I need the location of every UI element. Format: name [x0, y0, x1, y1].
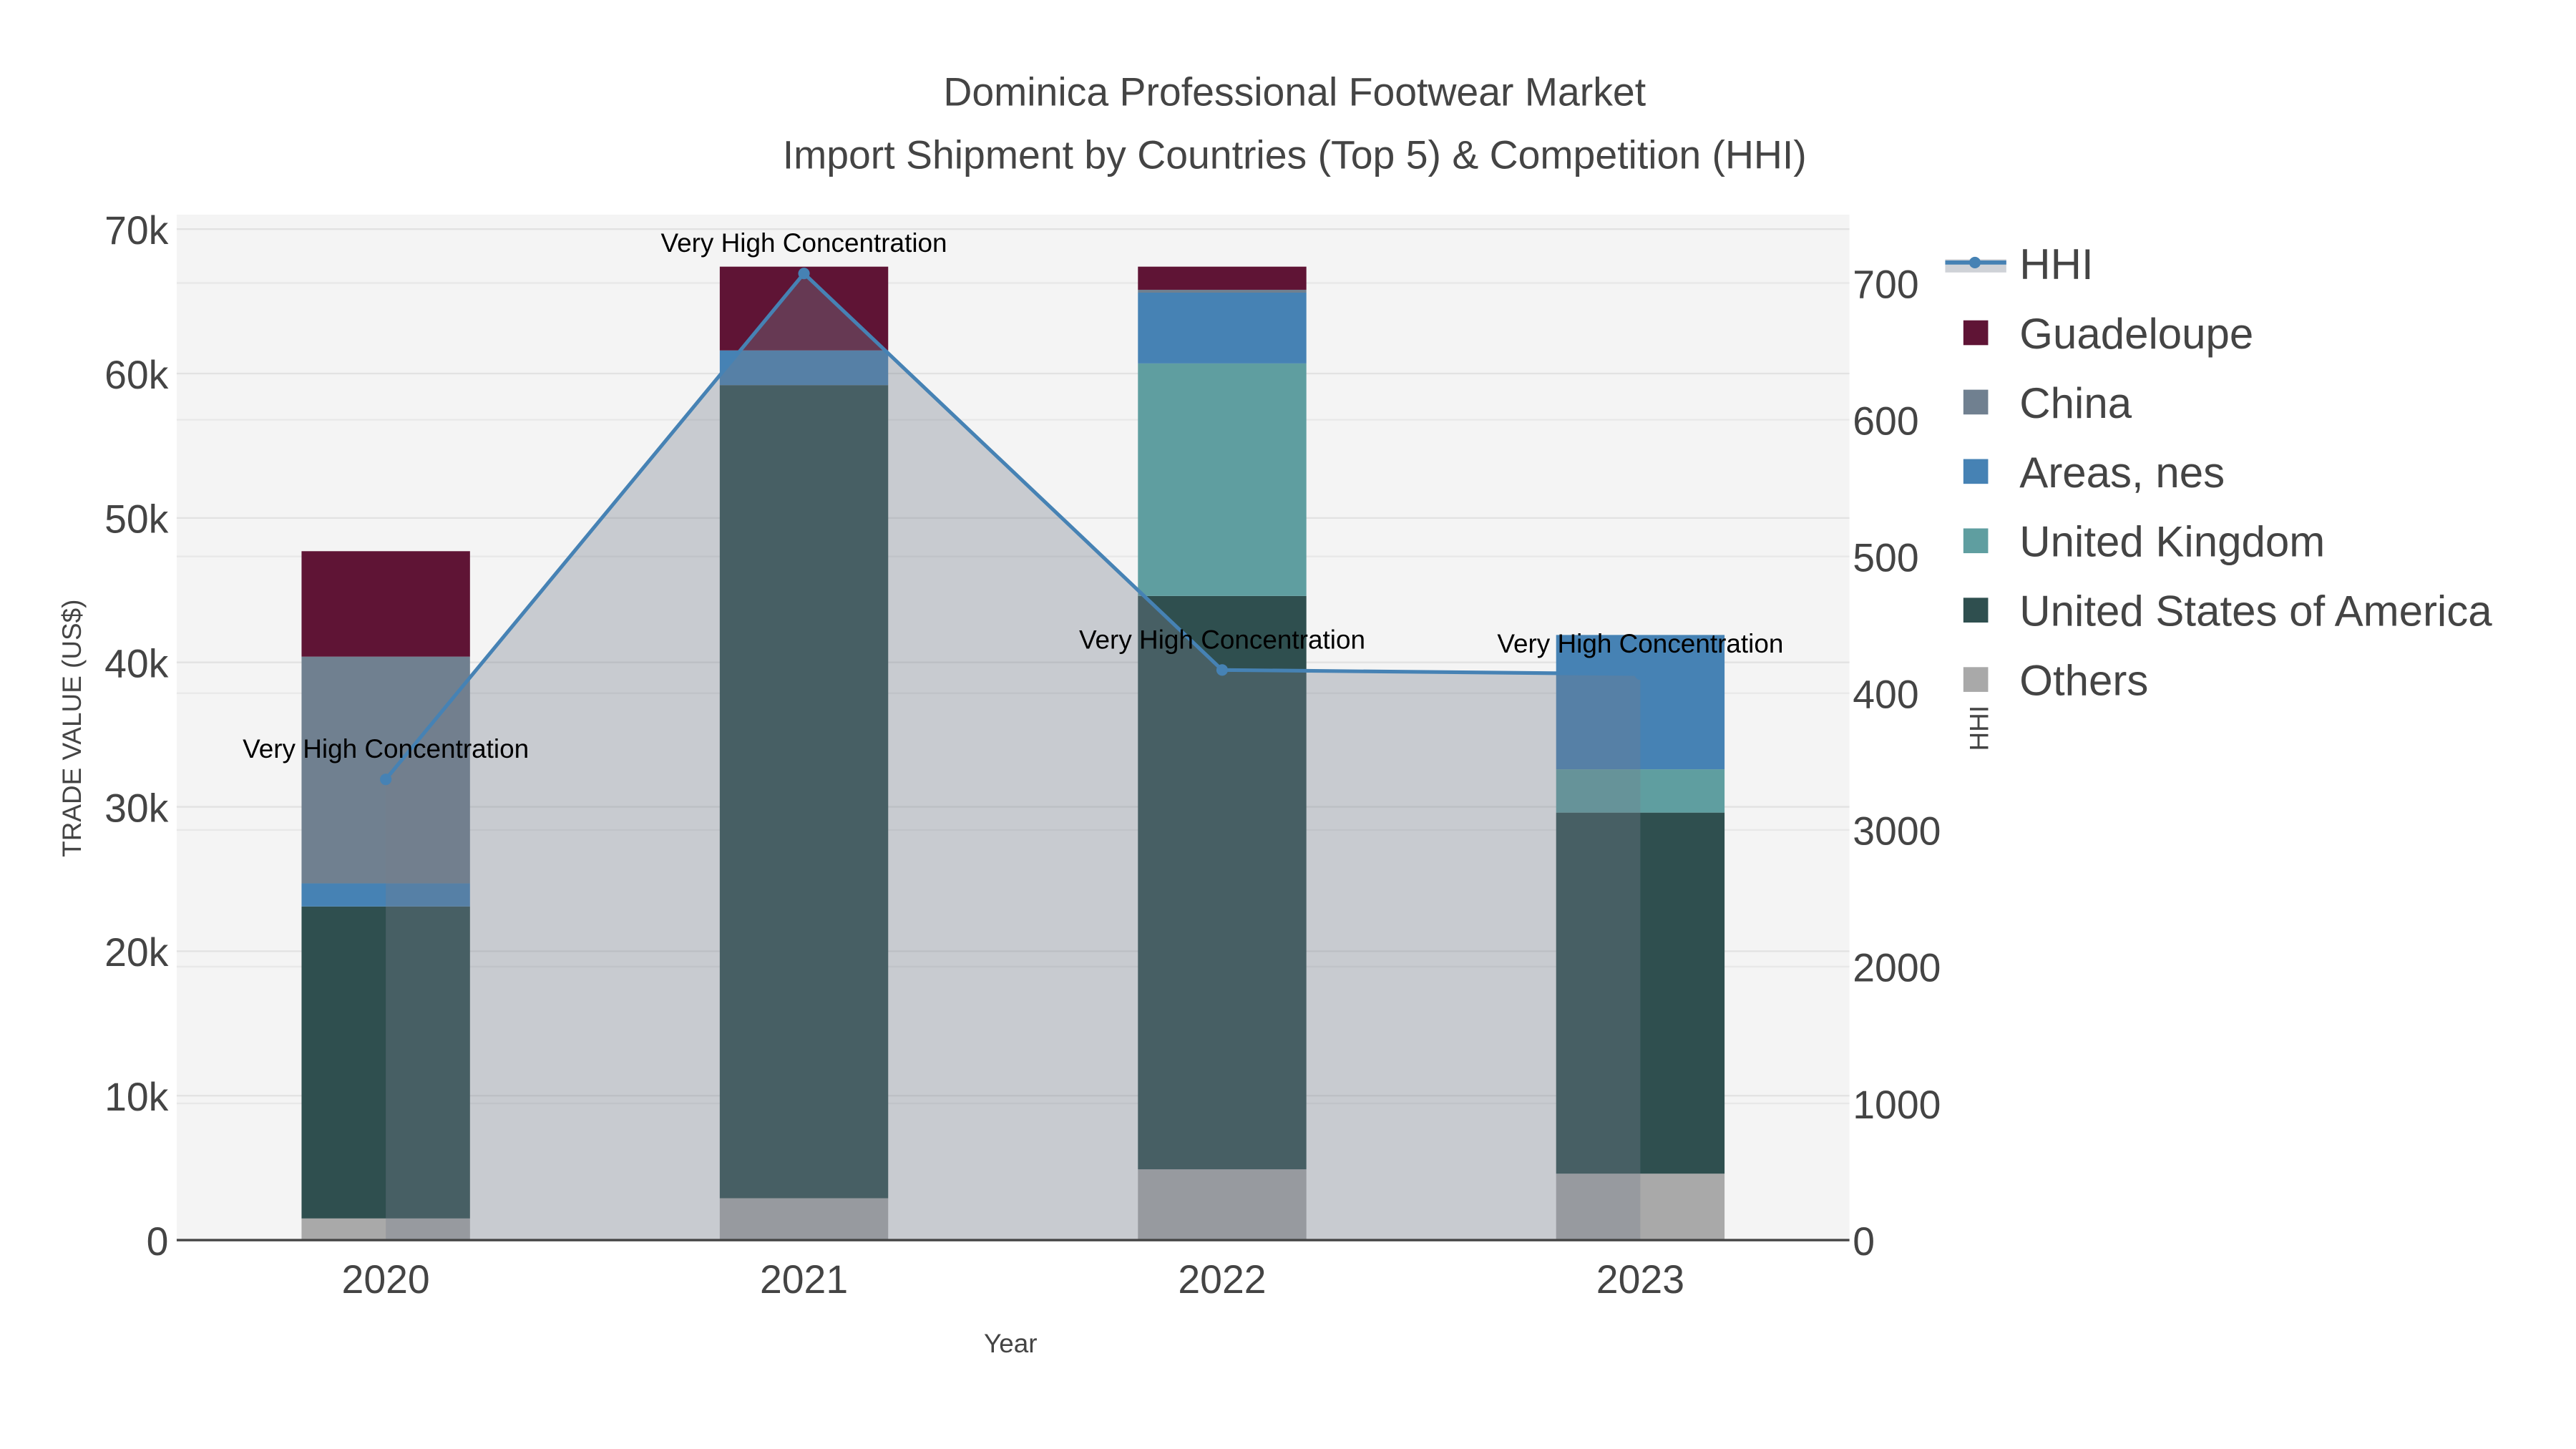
bar-guadeloupe-2020	[301, 551, 470, 657]
y-tick-label: 50k	[104, 497, 169, 542]
y2-tick-label: 0	[1853, 1219, 1875, 1264]
legend-label: China	[2019, 379, 2132, 427]
y2-tick-label: 1000	[1853, 1083, 1941, 1127]
legend-item-united-states-of-america[interactable]: United States of America	[1963, 587, 2492, 635]
x-tick-label: 2023	[1596, 1257, 1684, 1302]
annotation-2021: Very High Concentration	[661, 228, 947, 258]
legend-item-others[interactable]: Others	[1963, 657, 2149, 705]
bar-united-kingdom-2022	[1138, 363, 1307, 596]
legend-item-united-kingdom[interactable]: United Kingdom	[1963, 518, 2325, 566]
legend-item-areas-nes[interactable]: Areas, nes	[1963, 449, 2225, 497]
legend-label: Guadeloupe	[2019, 310, 2253, 358]
x-tick-label: 2022	[1178, 1257, 1266, 1302]
x-tick-label: 2020	[342, 1257, 430, 1302]
legend-swatch	[1963, 459, 1989, 484]
y2-tick-label: 700	[1853, 262, 1918, 306]
y-axis-title: TRADE VALUE (US$)	[57, 600, 87, 857]
y2-tick-label: 2000	[1853, 946, 1941, 990]
legend-item-china[interactable]: China	[1963, 379, 2132, 427]
legend-swatch-marker	[1968, 256, 1981, 268]
legend-label: HHI	[2019, 240, 2093, 288]
hhi-point-2023	[1634, 668, 1646, 680]
legend-label: United States of America	[2019, 587, 2492, 635]
hhi-point-2020	[380, 774, 392, 786]
y-tick-label: 70k	[104, 208, 169, 253]
chart-subtitle: Import Shipment by Countries (Top 5) & C…	[783, 132, 1807, 177]
legend-swatch	[1963, 320, 1989, 346]
legend-label: United Kingdom	[2019, 518, 2325, 566]
annotation-2022: Very High Concentration	[1079, 625, 1365, 654]
legend-swatch	[1963, 597, 1989, 623]
annotation-2023: Very High Concentration	[1497, 629, 1783, 658]
y-tick-label: 10k	[104, 1075, 169, 1119]
y-tick-label: 20k	[104, 930, 169, 975]
legend-item-hhi[interactable]: HHI	[1945, 240, 2094, 288]
legend: HHI Guadeloupe China Areas, nes United Kingd…	[1945, 240, 2492, 705]
chart-title: Dominica Professional Footwear Market	[943, 70, 1646, 114]
y-tick-label: 60k	[104, 353, 169, 397]
y2-tick-label: 3000	[1853, 809, 1941, 854]
y-tick-label: 40k	[104, 641, 169, 686]
y2-tick-label: 500	[1853, 535, 1918, 580]
y2-tick-label: 600	[1853, 399, 1918, 443]
annotation-2020: Very High Concentration	[243, 734, 529, 763]
y-tick-label: 30k	[104, 786, 169, 830]
y2-tick-label: 400	[1853, 673, 1918, 717]
y-tick-label: 0	[147, 1219, 169, 1264]
legend-label: Others	[2019, 657, 2148, 705]
bar-guadeloupe-2022	[1138, 266, 1307, 290]
hhi-point-2021	[798, 268, 810, 280]
bar-areas-nes-2022	[1138, 292, 1307, 364]
legend-label: Areas, nes	[2019, 449, 2225, 497]
bar-china-2022	[1138, 289, 1307, 293]
chart: Dominica Professional Footwear Market Im…	[57, 70, 2492, 1358]
legend-swatch	[1963, 528, 1989, 554]
hhi-point-2022	[1216, 664, 1229, 676]
y2-axis-title: HHI	[1964, 706, 1994, 751]
legend-swatch	[1963, 667, 1989, 692]
legend-swatch	[1963, 389, 1989, 415]
x-axis-title: Year	[984, 1329, 1038, 1358]
x-tick-label: 2021	[760, 1257, 848, 1302]
legend-item-guadeloupe[interactable]: Guadeloupe	[1963, 310, 2253, 358]
